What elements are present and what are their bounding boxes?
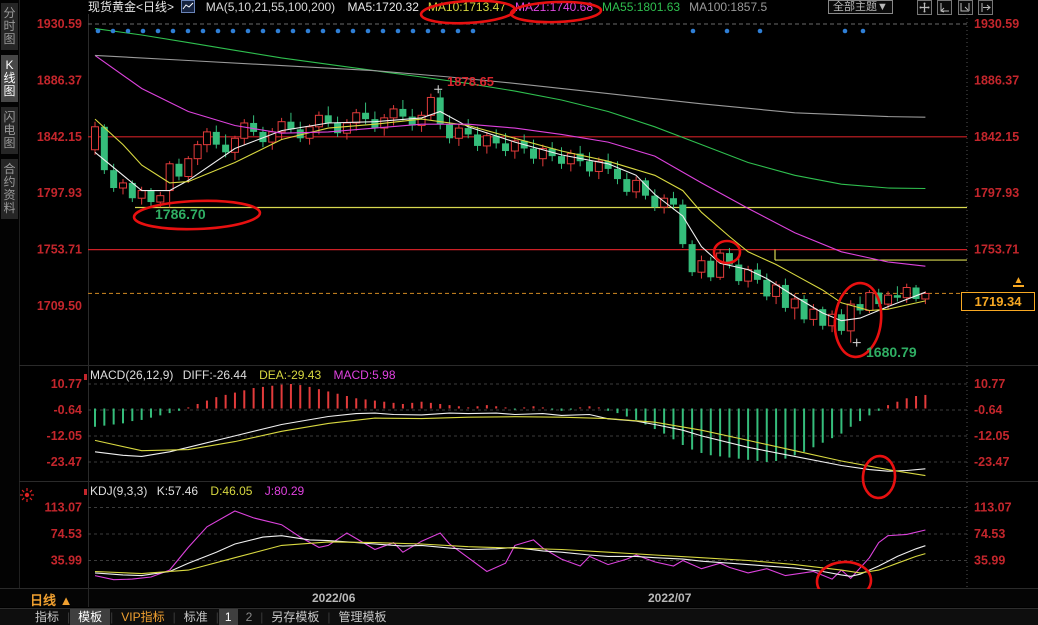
kdj-j-value: J:80.29 bbox=[265, 484, 304, 498]
toolbar-item-7[interactable]: 管理模板 bbox=[331, 609, 395, 625]
toolbar-item-0[interactable]: 指标 bbox=[27, 609, 67, 625]
candles bbox=[92, 90, 929, 342]
extreme-markers bbox=[434, 85, 861, 346]
bottom-toolbar: 指标|模板|VIP指标|标准|12|另存模板|管理模板 bbox=[0, 608, 1038, 625]
alert-starburst-icon bbox=[20, 488, 34, 502]
high-price-label: 1878.65 bbox=[447, 74, 494, 89]
svg-text:1753.71: 1753.71 bbox=[974, 243, 1019, 257]
macd-name[interactable]: MACD(26,12,9) bbox=[90, 368, 173, 382]
svg-text:1842.15: 1842.15 bbox=[37, 130, 82, 144]
dip-price-label: 1786.70 bbox=[155, 206, 206, 222]
panel-borders bbox=[0, 14, 1038, 589]
ma-lines bbox=[95, 29, 925, 321]
macd-diff-value: DIFF:-26.44 bbox=[183, 368, 247, 382]
period-tag: <日线> bbox=[136, 0, 174, 14]
ma-value-4: MA100:1857.5 bbox=[689, 0, 767, 14]
svg-text:-23.47: -23.47 bbox=[974, 455, 1009, 469]
indicator-gridlines bbox=[88, 384, 967, 561]
app-window: { "sidebar": { "tabs": [ {"label":"分时图",… bbox=[0, 0, 1038, 625]
svg-text:1753.71: 1753.71 bbox=[37, 243, 82, 257]
left-tabstrip: 分时图 K线图闪电图合约资料 bbox=[0, 0, 20, 588]
svg-text:-12.05: -12.05 bbox=[974, 429, 1009, 443]
month-label-june: 2022/06 bbox=[312, 591, 355, 605]
svg-text:1886.37: 1886.37 bbox=[974, 73, 1019, 87]
toolbar-item-4[interactable]: 1 bbox=[219, 609, 238, 625]
period-selector[interactable]: 日线 ▲ bbox=[30, 590, 72, 609]
svg-text:1797.93: 1797.93 bbox=[974, 186, 1019, 200]
svg-text:-0.64: -0.64 bbox=[974, 403, 1003, 417]
annotation-circles bbox=[134, 0, 930, 606]
price-marker-icon: ▲ bbox=[1013, 276, 1024, 287]
kdj-k-value: K:57.46 bbox=[157, 484, 198, 498]
macd-lines bbox=[95, 413, 925, 476]
theme-dropdown[interactable]: 全部主题▼ bbox=[828, 0, 893, 14]
svg-text:1886.37: 1886.37 bbox=[37, 73, 82, 87]
macd-histogram bbox=[95, 384, 925, 462]
sidebar-tab-2[interactable]: 闪电图 bbox=[1, 107, 18, 154]
symbol-title: 现货黄金 bbox=[88, 0, 136, 14]
month-label-july: 2022/07 bbox=[648, 591, 691, 605]
header-toolbar-icons bbox=[915, 0, 993, 15]
kdj-header: KDJ(9,3,3) K:57.46 D:46.05 J:80.29 bbox=[90, 484, 304, 498]
low-price-label: 1680.79 bbox=[866, 344, 917, 360]
sidebar-tab-1[interactable]: K线图 bbox=[1, 55, 18, 102]
macd-header: MACD(26,12,9) DIFF:-26.44 DEA:-29.43 MAC… bbox=[90, 368, 396, 382]
svg-text:1797.93: 1797.93 bbox=[37, 186, 82, 200]
toolbar-item-5[interactable]: 2 bbox=[238, 609, 261, 625]
svg-text:113.07: 113.07 bbox=[44, 501, 82, 515]
sidebar-tab-3[interactable]: 合约资料 bbox=[1, 159, 18, 219]
svg-text:35.99: 35.99 bbox=[974, 554, 1005, 568]
chart-canvas: 1930.59 1930.59 1886.37 1886.37 1842.15 1842.… bbox=[0, 0, 1038, 625]
sidebar-tab-0[interactable]: 分时图 bbox=[1, 3, 18, 50]
kdj-lines bbox=[95, 511, 925, 580]
svg-text:74.53: 74.53 bbox=[974, 527, 1005, 541]
ma-value-1: MA10:1713.47 bbox=[428, 0, 506, 14]
toolbar-item-1[interactable]: 模板 bbox=[70, 609, 110, 625]
chart-header: 现货黄金<日线> MA(5,10,21,55,100,200) MA5:1720… bbox=[88, 0, 1038, 15]
kdj-d-value: D:46.05 bbox=[210, 484, 252, 498]
svg-text:1709.50: 1709.50 bbox=[37, 299, 82, 313]
svg-text:10.77: 10.77 bbox=[51, 377, 82, 391]
ma-settings-label: MA(5,10,21,55,100,200) bbox=[206, 0, 335, 14]
toolbar-item-2[interactable]: VIP指标 bbox=[113, 609, 172, 625]
macd-macd-value: MACD:5.98 bbox=[333, 368, 395, 382]
ma-value-3: MA55:1801.63 bbox=[602, 0, 680, 14]
kdj-name[interactable]: KDJ(9,3,3) bbox=[90, 484, 147, 498]
toolbar-item-6[interactable]: 另存模板 bbox=[263, 609, 327, 625]
macd-dea-value: DEA:-29.43 bbox=[259, 368, 321, 382]
date-axis-row: 日线 ▲ 2022/06 2022/07 bbox=[0, 589, 1038, 607]
ma-value-2: MA21:1740.68 bbox=[515, 0, 593, 14]
svg-text:35.99: 35.99 bbox=[51, 554, 82, 568]
toolbar-item-3[interactable]: 标准 bbox=[176, 609, 216, 625]
axis-scale-left-icon[interactable] bbox=[937, 0, 952, 15]
date-row-divider bbox=[88, 589, 89, 607]
pan-right-icon[interactable] bbox=[978, 0, 993, 15]
axis-scale-right-icon[interactable] bbox=[958, 0, 973, 15]
reference-lines bbox=[88, 24, 967, 293]
svg-text:-12.05: -12.05 bbox=[47, 429, 82, 443]
current-price-tag[interactable]: 1719.34 bbox=[961, 292, 1035, 311]
svg-text:74.53: 74.53 bbox=[51, 527, 82, 541]
signal-dots bbox=[96, 29, 866, 34]
svg-text:10.77: 10.77 bbox=[974, 377, 1005, 391]
ma-values: MA5:1720.32 MA10:1713.47 MA21:1740.68 MA55:… bbox=[339, 0, 768, 14]
svg-text:1930.59: 1930.59 bbox=[974, 17, 1019, 31]
svg-text:-23.47: -23.47 bbox=[47, 455, 82, 469]
svg-text:1842.15: 1842.15 bbox=[974, 130, 1019, 144]
svg-text:1930.59: 1930.59 bbox=[37, 17, 82, 31]
ma-value-0: MA5:1720.32 bbox=[348, 0, 419, 14]
move-tool-icon[interactable] bbox=[917, 0, 932, 15]
svg-text:-0.64: -0.64 bbox=[54, 403, 83, 417]
svg-text:113.07: 113.07 bbox=[974, 501, 1012, 515]
candlestick-chart-icon[interactable] bbox=[181, 0, 195, 13]
